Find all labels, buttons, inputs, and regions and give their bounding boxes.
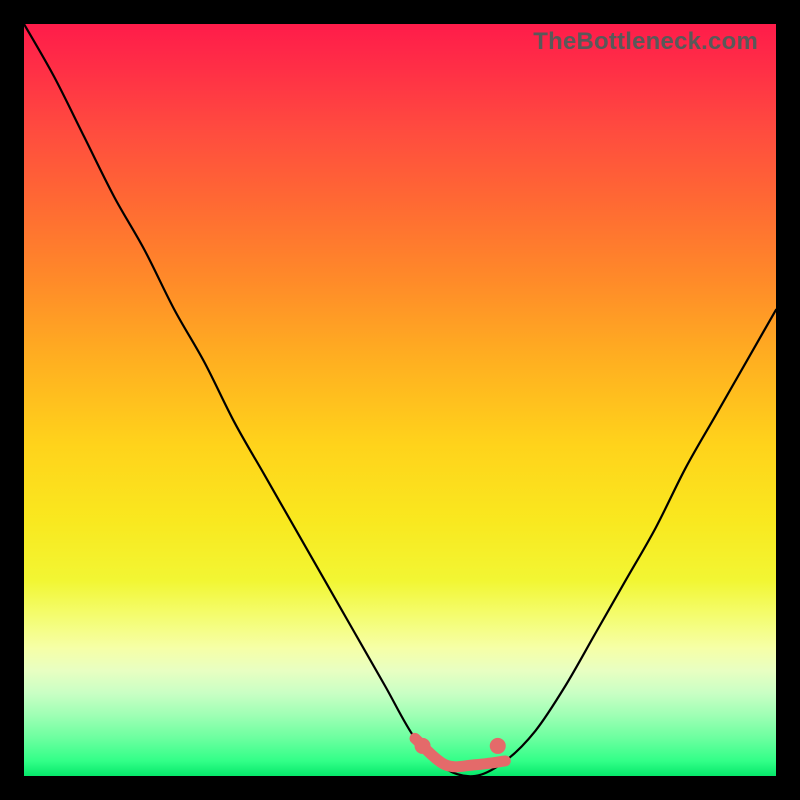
watermark-label: TheBottleneck.com — [533, 28, 758, 56]
trough-dot-right — [490, 738, 506, 754]
bottleneck-curve — [24, 24, 776, 776]
trough-dot-left — [415, 738, 431, 754]
plot-area: TheBottleneck.com — [24, 24, 776, 776]
curve-layer — [24, 24, 776, 776]
chart-stage: TheBottleneck.com — [0, 0, 800, 800]
